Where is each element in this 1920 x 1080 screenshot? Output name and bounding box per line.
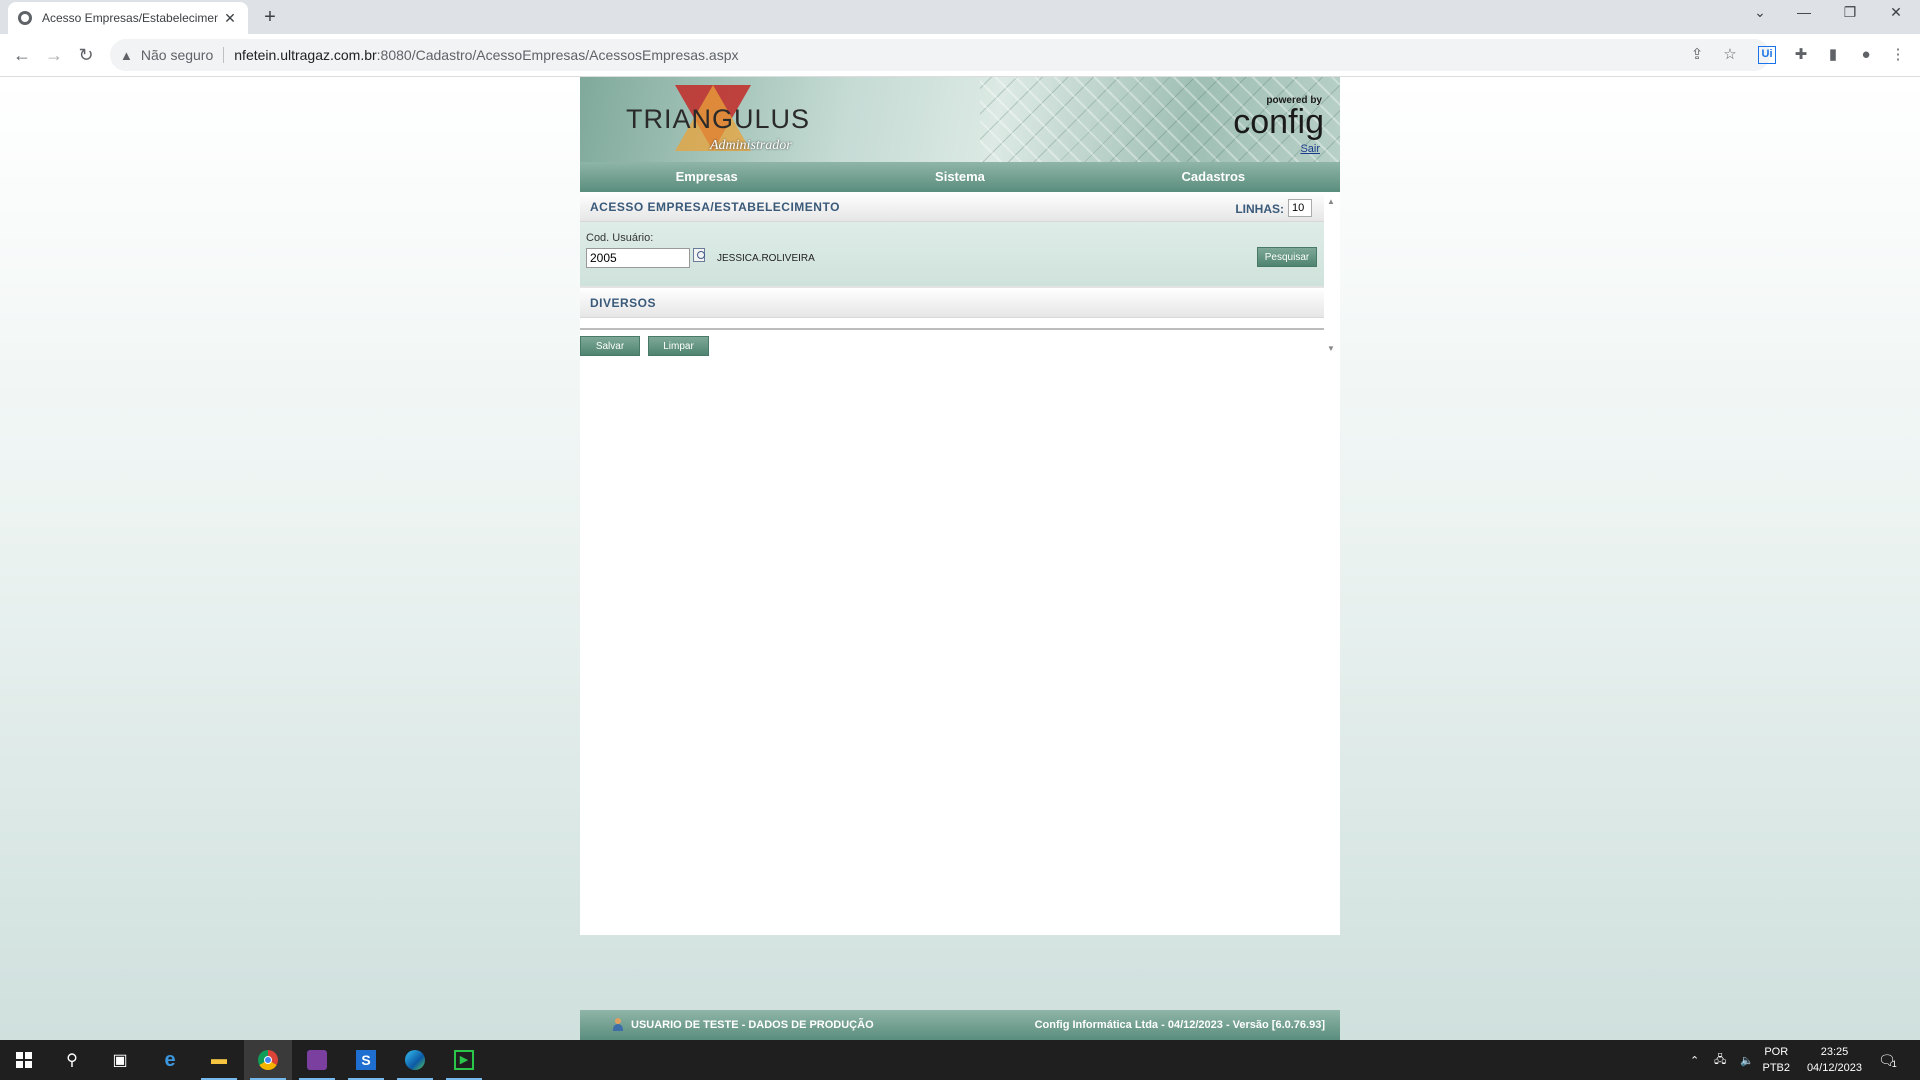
new-tab-button[interactable]: + <box>260 6 280 29</box>
clear-button[interactable]: Limpar <box>648 336 709 356</box>
restore-icon[interactable]: ❐ <box>1840 4 1860 21</box>
section-title-diversos: DIVERSOS <box>590 296 657 310</box>
app-purple-icon[interactable] <box>293 1040 341 1080</box>
tab-search-icon[interactable]: ⌄ <box>1750 4 1770 21</box>
system-clock[interactable]: 23:25 04/12/2023 <box>1807 1044 1862 1076</box>
security-status[interactable]: Não seguro <box>141 47 225 63</box>
environment-status: USUARIO DE TESTE - DADOS DE PRODUÇÃO <box>631 1019 874 1031</box>
tray-expand-icon[interactable]: ⌃ <box>1690 1040 1699 1080</box>
divider <box>580 328 1324 330</box>
form-actions: Salvar Limpar <box>580 336 1324 356</box>
minimize-icon[interactable]: — <box>1794 4 1814 20</box>
notification-count: 1 <box>1891 1059 1897 1069</box>
volume-icon[interactable]: 🔈 <box>1740 1040 1754 1080</box>
save-button[interactable]: Salvar <box>580 336 640 356</box>
tab-title: Acesso Empresas/Estabelecimen <box>42 11 218 25</box>
menu-item-cadastros[interactable]: Cadastros <box>1087 162 1340 192</box>
browser-tab-strip: Acesso Empresas/Estabelecimen ✕ + ⌄ — ❐ … <box>0 0 1920 34</box>
section-header-diversos: DIVERSOS <box>580 288 1324 318</box>
app-blue-s-icon[interactable]: S <box>342 1040 390 1080</box>
address-bar[interactable]: ▲ Não seguro nfetein.ultragaz.com.br :80… <box>110 39 1770 71</box>
scroll-down-icon[interactable]: ▼ <box>1327 344 1335 353</box>
notifications-icon[interactable]: 🗨 1 <box>1878 1040 1897 1080</box>
clock-time: 23:25 <box>1820 1046 1849 1058</box>
menu-item-empresas[interactable]: Empresas <box>580 162 833 192</box>
filter-panel: Cod. Usuário: 2005 JESSICA.ROLIVEIRA Pes… <box>580 222 1324 288</box>
brand-logo: config <box>1233 103 1324 141</box>
user-code-input[interactable]: 2005 <box>586 248 690 268</box>
share-icon[interactable]: ⇪ <box>1687 39 1707 71</box>
version-info: Config Informática Ltda - 04/12/2023 - V… <box>1034 1019 1325 1031</box>
user-name-display: JESSICA.ROLIVEIRA <box>717 253 815 264</box>
forward-icon[interactable]: → <box>42 43 66 67</box>
bookmark-star-icon[interactable]: ☆ <box>1720 39 1740 71</box>
network-icon[interactable]: 🖧 <box>1714 1040 1726 1080</box>
start-button[interactable] <box>0 1040 48 1080</box>
language-indicator[interactable]: POR PTB2 <box>1762 1044 1790 1076</box>
menu-item-sistema[interactable]: Sistema <box>833 162 1086 192</box>
header-banner: TRIANGULUS Administrador powered by conf… <box>580 77 1340 162</box>
menu-kebab-icon[interactable]: ⋮ <box>1887 44 1909 66</box>
app-container: TRIANGULUS Administrador powered by conf… <box>580 77 1340 935</box>
content-scrollbar[interactable]: ▲ ▼ <box>1324 195 1340 355</box>
reload-icon[interactable]: ↻ <box>74 43 98 67</box>
search-icon[interactable]: ⚲ <box>48 1040 96 1080</box>
profile-icon[interactable]: ● <box>1855 44 1877 66</box>
globe-icon <box>18 11 32 25</box>
user-icon <box>612 1018 624 1032</box>
logout-link[interactable]: Sair <box>1300 143 1320 155</box>
back-icon[interactable]: ← <box>10 43 34 67</box>
task-view-icon[interactable]: ▣ <box>96 1040 144 1080</box>
internet-explorer-icon[interactable]: e <box>146 1040 194 1080</box>
page-background: TRIANGULUS Administrador powered by conf… <box>0 77 1920 1040</box>
browser-tab[interactable]: Acesso Empresas/Estabelecimen ✕ <box>8 2 248 34</box>
rows-label: LINHAS: <box>1235 202 1284 216</box>
browser-toolbar: ← → ↻ ▲ Não seguro nfetein.ultragaz.com.… <box>0 34 1920 77</box>
extension-ui-icon[interactable]: Ui <box>1758 46 1776 64</box>
clock-date: 04/12/2023 <box>1806 1062 1862 1074</box>
rows-input[interactable]: 10 <box>1288 199 1312 217</box>
chrome-logo <box>258 1050 278 1070</box>
search-button[interactable]: Pesquisar <box>1257 247 1317 267</box>
windows-logo-icon <box>16 1052 32 1068</box>
section-title: ACESSO EMPRESA/ESTABELECIMENTO <box>590 200 840 214</box>
lookup-icon[interactable] <box>692 246 708 262</box>
close-window-icon[interactable]: ✕ <box>1886 4 1906 21</box>
url-path: :8080/Cadastro/AcessoEmpresas/AcessosEmp… <box>376 47 739 63</box>
url-host: nfetein.ultragaz.com.br <box>234 47 377 63</box>
side-panel-icon[interactable]: ▮ <box>1822 44 1844 66</box>
chrome-icon[interactable] <box>244 1040 292 1080</box>
section-header-acesso: ACESSO EMPRESA/ESTABELECIMENTO LINHAS: 1… <box>580 192 1324 222</box>
extensions-puzzle-icon[interactable]: ✚ <box>1790 44 1812 66</box>
file-explorer-icon[interactable]: ▬ <box>195 1040 243 1080</box>
status-bar: USUARIO DE TESTE - DADOS DE PRODUÇÃO Con… <box>580 1010 1340 1040</box>
app-logo: TRIANGULUS <box>626 104 811 134</box>
tab-close-icon[interactable]: ✕ <box>222 10 238 27</box>
scroll-up-icon[interactable]: ▲ <box>1327 197 1335 206</box>
windows-taskbar: ⚲ ▣ e ▬ S ▶ ⌃ 🖧 🔈 POR PTB2 23:25 04/12/2… <box>0 1040 1920 1080</box>
app-green-icon[interactable]: ▶ <box>440 1040 488 1080</box>
main-menu: Empresas Sistema Cadastros <box>580 162 1340 192</box>
user-code-label: Cod. Usuário: <box>586 232 654 244</box>
language-code: POR <box>1764 1046 1789 1058</box>
app-logo-subtitle: Administrador <box>710 138 792 153</box>
edge-icon[interactable] <box>391 1040 439 1080</box>
main-content: ACESSO EMPRESA/ESTABELECIMENTO LINHAS: 1… <box>580 192 1324 356</box>
keyboard-layout: PTB2 <box>1762 1062 1790 1074</box>
warning-icon[interactable]: ▲ <box>120 48 133 63</box>
